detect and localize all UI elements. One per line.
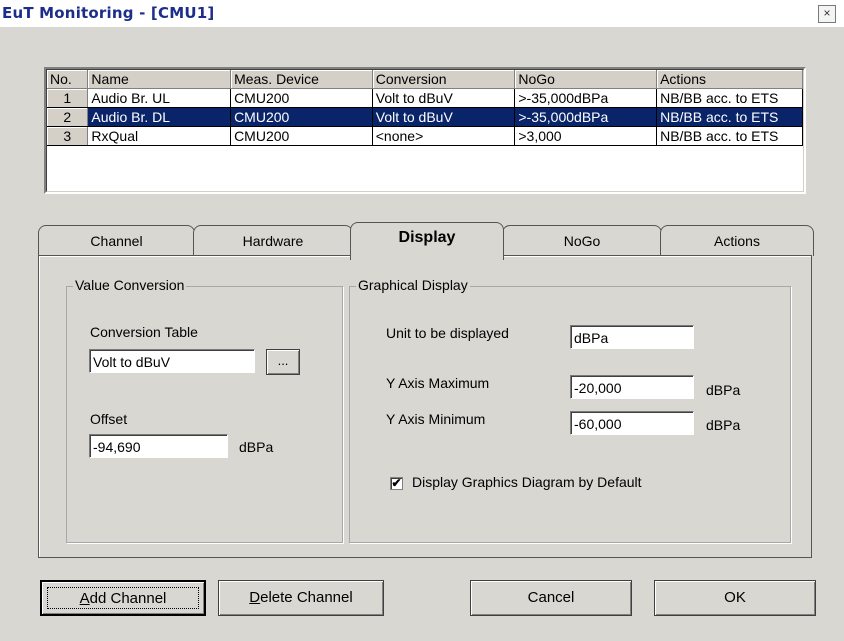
cell-conversion: Volt to dBuV <box>372 107 516 127</box>
delete-channel-mnemonic: D <box>249 589 261 606</box>
row-number: 2 <box>47 107 89 127</box>
offset-label: Offset <box>90 411 128 427</box>
tab-actions[interactable]: Actions <box>660 225 814 256</box>
tab-channel[interactable]: Channel <box>38 225 195 256</box>
cell-nogo: >-35,000dBPa <box>514 88 658 108</box>
ymax-unit: dBPa <box>706 382 741 398</box>
tab-hardware[interactable]: Hardware <box>193 225 353 256</box>
value-conversion-group: Value Conversion Conversion Table Volt t… <box>66 277 343 543</box>
table-row[interactable]: 3 RxQual CMU200 <none> >3,000 NB/BB acc.… <box>47 126 803 146</box>
cell-nogo: >3,000 <box>514 126 658 146</box>
column-header-actions[interactable]: Actions <box>656 70 803 89</box>
cell-actions: NB/BB acc. to ETS <box>656 107 803 127</box>
focus-rectangle <box>47 587 199 609</box>
ymax-label: Y Axis Maximum <box>386 375 490 391</box>
close-icon[interactable]: × <box>818 5 836 23</box>
table-row[interactable]: 1 Audio Br. UL CMU200 Volt to dBuV >-35,… <box>47 88 803 108</box>
row-number: 1 <box>47 88 89 108</box>
column-header-meas-device[interactable]: Meas. Device <box>230 70 373 89</box>
offset-field[interactable]: -94,690 <box>89 434 228 458</box>
table-header-row: No. Name Meas. Device Conversion NoGo Ac… <box>47 70 803 89</box>
browse-button[interactable]: ... <box>266 349 300 375</box>
ok-button[interactable]: OK <box>654 580 816 616</box>
conversion-table-label: Conversion Table <box>90 324 198 340</box>
ymin-field[interactable]: -60,000 <box>570 411 694 435</box>
cell-nogo: >-35,000dBPa <box>514 107 658 127</box>
cell-name: Audio Br. DL <box>87 107 232 127</box>
offset-unit: dBPa <box>239 439 274 455</box>
cell-name: Audio Br. UL <box>87 88 232 108</box>
column-header-name[interactable]: Name <box>87 70 232 89</box>
delete-channel-button[interactable]: Delete Channel <box>218 580 384 616</box>
channel-table: No. Name Meas. Device Conversion NoGo Ac… <box>47 70 803 146</box>
delete-channel-label: elete Channel <box>260 589 353 606</box>
unit-label: Unit to be displayed <box>386 325 509 341</box>
cell-meas-device: CMU200 <box>230 107 373 127</box>
cell-conversion: <none> <box>372 126 516 146</box>
conversion-table-field[interactable]: Volt to dBuV <box>89 349 255 373</box>
cell-name: RxQual <box>87 126 232 146</box>
row-number: 3 <box>47 126 89 146</box>
column-header-no[interactable]: No. <box>47 70 89 89</box>
graphical-display-title: Graphical Display <box>356 277 470 293</box>
unit-field[interactable]: dBPa <box>570 325 694 349</box>
value-conversion-title: Value Conversion <box>73 277 187 293</box>
cell-actions: NB/BB acc. to ETS <box>656 126 803 146</box>
cell-meas-device: CMU200 <box>230 126 373 146</box>
table-row-selected[interactable]: 2 Audio Br. DL CMU200 Volt to dBuV >-35,… <box>47 107 803 127</box>
display-graphics-label[interactable]: Display Graphics Diagram by Default <box>412 474 642 490</box>
tab-panel-display: Value Conversion Conversion Table Volt t… <box>38 255 812 558</box>
ymin-unit: dBPa <box>706 417 741 433</box>
column-header-nogo[interactable]: NoGo <box>514 70 658 89</box>
dialog-window: EuT Monitoring - [CMU1] × No. Name Meas.… <box>0 0 844 641</box>
title-bar: EuT Monitoring - [CMU1] × <box>0 0 844 27</box>
cell-meas-device: CMU200 <box>230 88 373 108</box>
column-header-conversion[interactable]: Conversion <box>372 70 516 89</box>
tab-nogo[interactable]: NoGo <box>502 225 662 256</box>
ymin-label: Y Axis Minimum <box>386 411 486 427</box>
cancel-button[interactable]: Cancel <box>470 580 632 616</box>
display-graphics-checkbox[interactable]: ✔ <box>390 477 403 490</box>
channel-grid[interactable]: No. Name Meas. Device Conversion NoGo Ac… <box>44 67 806 194</box>
add-channel-button[interactable]: Add Channel <box>40 580 206 616</box>
window-title: EuT Monitoring - [CMU1] <box>2 4 215 22</box>
graphical-display-group: Graphical Display Unit to be displayed d… <box>349 277 791 543</box>
tab-display[interactable]: Display <box>350 222 504 260</box>
cell-conversion: Volt to dBuV <box>372 88 516 108</box>
cell-actions: NB/BB acc. to ETS <box>656 88 803 108</box>
ymax-field[interactable]: -20,000 <box>570 375 694 399</box>
